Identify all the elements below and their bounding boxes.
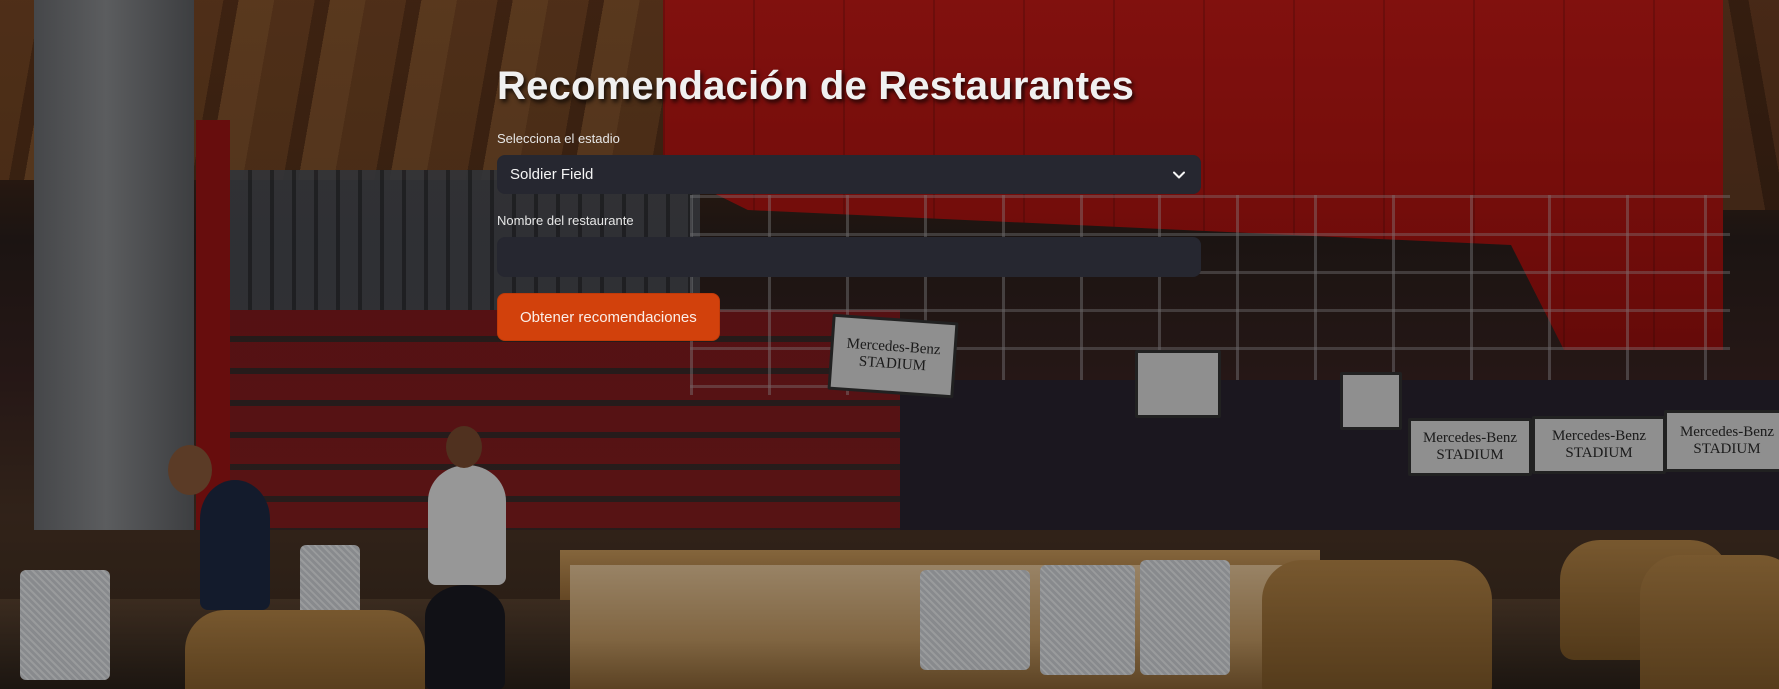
main-form: Recomendación de Restaurantes Selecciona… [497,60,1201,341]
stadium-select[interactable]: Soldier Field [497,155,1201,194]
get-recommendations-button[interactable]: Obtener recomendaciones [497,293,720,341]
restaurant-name-label: Nombre del restaurante [497,213,634,228]
chevron-down-icon [1172,168,1186,182]
stadium-select-value: Soldier Field [510,166,594,183]
stadium-select-label: Selecciona el estadio [497,131,620,146]
restaurant-name-input[interactable] [497,237,1201,277]
page-title: Recomendación de Restaurantes [497,64,1135,108]
